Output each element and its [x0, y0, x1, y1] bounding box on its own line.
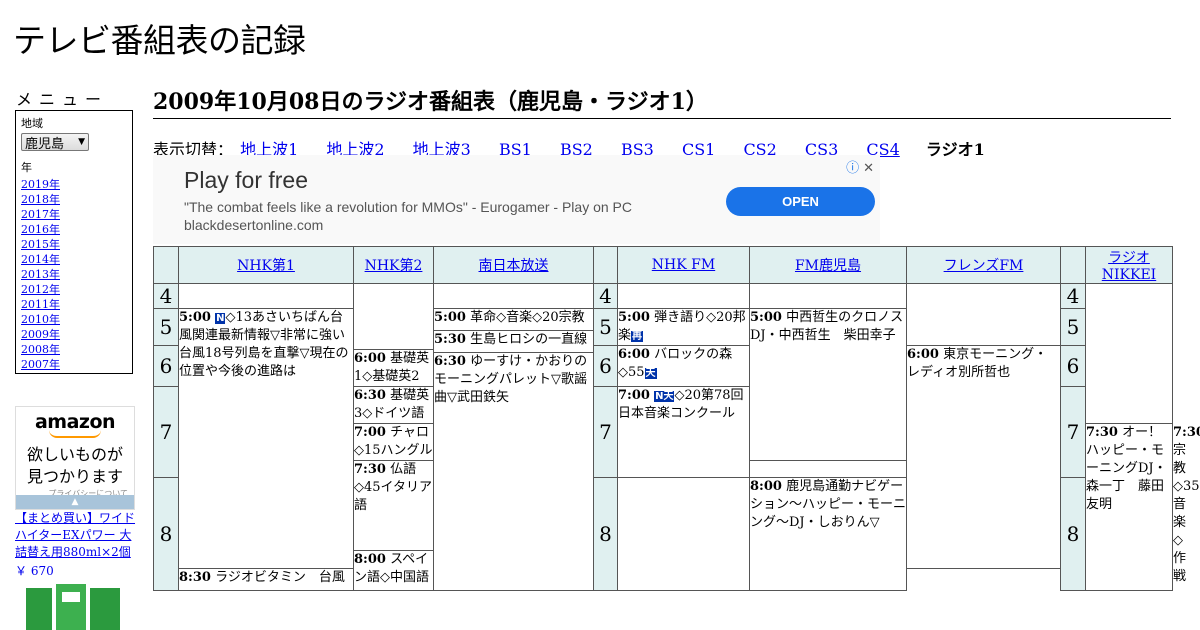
menu-panel: 地域 鹿児島 ▼ 年 2019年 2018年 2017年 2016年 2015年…: [15, 110, 133, 374]
rebroadcast-badge-icon: 再: [631, 331, 644, 342]
program-cell[interactable]: 5:00 N◇13あさいちばん台風関連最新情報▽非常に強い台風18号列島を直撃▽…: [178, 308, 354, 569]
program-cell[interactable]: 7:30 仏語◇45イタリア語: [353, 459, 434, 551]
program-cell[interactable]: 5:00 革命◇音楽◇20宗教: [433, 308, 594, 331]
hour-label: 4: [153, 283, 179, 309]
year-link-2015[interactable]: 2015年: [21, 237, 127, 252]
year-label: 年: [21, 161, 32, 174]
banner-ad-headline: Play for free: [184, 167, 308, 193]
ad-info-icon[interactable]: ⓘ ✕: [846, 157, 874, 176]
channel-header-nhk1[interactable]: NHK第1: [178, 246, 354, 284]
hour-column-header: [1060, 246, 1086, 284]
chevron-up-icon[interactable]: ▲: [16, 495, 134, 509]
year-link-2007[interactable]: 2007年: [21, 357, 127, 372]
banner-ad[interactable]: ⓘ ✕ Play for free "The combat feels like …: [153, 155, 880, 244]
hour-label: 6: [153, 345, 179, 387]
year-link-2014[interactable]: 2014年: [21, 252, 127, 267]
site-title: テレビ番組表の記録: [13, 21, 306, 60]
year-link-2017[interactable]: 2017年: [21, 207, 127, 222]
hour-label: 8: [593, 477, 618, 591]
banner-ad-quote: "The combat feels like a revolution for …: [184, 199, 632, 215]
program-cell-empty: [617, 477, 750, 591]
product-image[interactable]: [22, 584, 126, 630]
program-cell[interactable]: 8:00 鹿児島通勤ナビゲーション～ハッピー・モーニング～DJ・しおりん▽: [749, 477, 907, 591]
year-link-2019[interactable]: 2019年: [21, 177, 127, 192]
program-cell[interactable]: 6:00 基礎英1◇基礎英2: [353, 348, 434, 387]
close-icon: ✕: [863, 160, 874, 175]
product-price: ￥ 670: [15, 564, 54, 578]
channel-header-nhkfm[interactable]: NHK FM: [617, 246, 750, 284]
banner-ad-domain: blackdesertonline.com: [184, 217, 324, 233]
channel-header-mbc[interactable]: 南日本放送: [433, 246, 594, 284]
year-link-2013[interactable]: 2013年: [21, 267, 127, 282]
program-cell[interactable]: 7:00 チャロ◇15ハングル: [353, 422, 434, 461]
hour-label: 4: [1060, 283, 1086, 309]
region-select[interactable]: 鹿児島 ▼: [21, 133, 89, 152]
channel-header-nikkei[interactable]: ラジオNIKKEI: [1085, 246, 1173, 284]
hour-label: 7: [153, 385, 179, 479]
menu-heading: メニュー: [16, 90, 109, 109]
program-cell-empty: [749, 283, 907, 309]
year-link-2009[interactable]: 2009年: [21, 327, 127, 342]
news-badge-icon: N: [215, 313, 226, 324]
program-cell-empty: [433, 283, 594, 309]
hour-label: 4: [593, 283, 618, 309]
channel-header-friendsfm[interactable]: フレンズFM: [906, 246, 1061, 284]
region-label: 地域: [21, 117, 43, 130]
page-heading: 2009年10月08日のラジオ番組表（鹿児島・ラジオ1）: [153, 84, 1171, 119]
hour-label: 6: [1060, 345, 1086, 387]
program-cell-empty: [1085, 283, 1173, 424]
hour-label: 8: [153, 477, 179, 591]
program-cell[interactable]: 5:00 弾き語り◇20邦楽再: [617, 308, 750, 346]
amazon-ad[interactable]: amazon 欲しいものが 見つかります プライバシーについて ▲: [15, 406, 135, 510]
channel-header-nhk2[interactable]: NHK第2: [353, 246, 434, 284]
news-weather-badge-icon: N天: [654, 390, 675, 402]
year-link-2012[interactable]: 2012年: [21, 282, 127, 297]
channel-header-fmkagoshima[interactable]: FM鹿児島: [749, 246, 907, 284]
banner-ad-open-button[interactable]: OPEN: [726, 187, 875, 216]
program-cell-empty: [353, 283, 434, 350]
hour-label: 5: [593, 308, 618, 346]
amazon-ad-message: 欲しいものが 見つかります: [26, 445, 123, 486]
hour-label: 5: [153, 308, 179, 346]
program-cell-empty: [906, 283, 1061, 346]
year-link-2018[interactable]: 2018年: [21, 192, 127, 207]
program-cell[interactable]: 6:00 バロックの森◇55天: [617, 345, 750, 387]
year-link-2016[interactable]: 2016年: [21, 222, 127, 237]
region-select-value: 鹿児島: [25, 136, 65, 152]
year-link-2008[interactable]: 2008年: [21, 342, 127, 357]
product-link[interactable]: 【まとめ買い】ワイドハイターEXパワー 大詰替え用880ml×2個: [15, 510, 137, 561]
program-cell[interactable]: 5:30 生島ヒロシの一直線: [433, 330, 594, 353]
program-cell[interactable]: 8:30 ラジオビタミン 台風: [178, 567, 354, 591]
program-cell[interactable]: 7:30 オー！ハッピー・モーニングDJ・森一丁 藤田友明: [1085, 422, 1173, 591]
program-cell[interactable]: 6:30 基礎英3◇ドイツ語: [353, 385, 434, 424]
hour-label: 8: [1060, 477, 1086, 591]
schedule-table: NHK第1 NHK第2 南日本放送 NHK FM FM鹿児島 フレンズFM ラジ…: [153, 246, 1200, 591]
year-link-2011[interactable]: 2011年: [21, 297, 127, 312]
hour-label: 7: [593, 385, 618, 479]
program-cell[interactable]: 6:00 東京モーニング・レディオ別所哲也: [906, 345, 1061, 569]
program-cell[interactable]: 5:00 中西哲生のクロノスDJ・中西哲生 柴田幸子: [749, 308, 907, 461]
program-cell[interactable]: 7:00 N天◇20第78回日本音楽コンクール: [617, 385, 750, 479]
chevron-down-icon: ▼: [78, 137, 85, 147]
hour-label: 5: [1060, 308, 1086, 346]
switch-radio1-current: ラジオ1: [925, 140, 985, 159]
amazon-logo: amazon: [34, 411, 116, 433]
program-cell[interactable]: 8:00 スペイン語◇中国語: [353, 550, 434, 591]
hour-column-header: [593, 246, 618, 284]
year-link-2010[interactable]: 2010年: [21, 312, 127, 327]
hour-label: 6: [593, 345, 618, 387]
program-cell[interactable]: 6:30 ゆーすけ・かおりのモーニングパレット▽歌謡曲▽武田鉄矢: [433, 352, 594, 591]
hour-label: 7: [1060, 385, 1086, 479]
program-cell-empty: [617, 283, 750, 309]
hour-column-header: [153, 246, 179, 284]
program-cell-empty: [178, 283, 354, 309]
weather-badge-icon: 天: [644, 368, 657, 379]
